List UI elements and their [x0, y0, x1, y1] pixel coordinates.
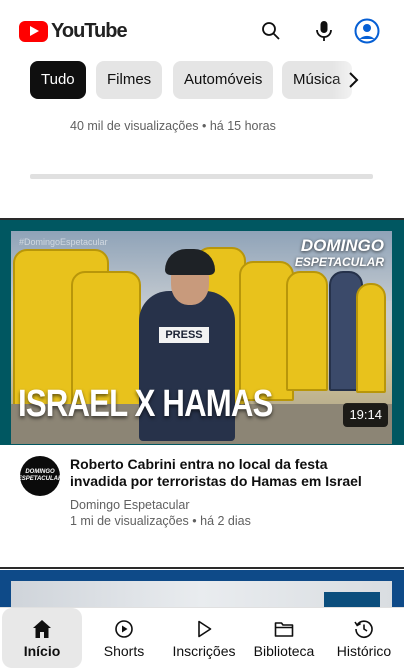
subscriptions-icon	[193, 618, 215, 640]
logo-text: YouTube	[51, 20, 128, 42]
nav-item-biblioteca[interactable]: Biblioteca	[244, 608, 324, 668]
nav-label: Histórico	[336, 643, 392, 659]
video-meta: 1 mi de visualizações • há 2 dias	[70, 514, 251, 528]
next-video-thumbnail[interactable]	[0, 570, 404, 610]
video-thumbnail[interactable]: PRESS #DomingoEspetacular DOMINGO ESPETA…	[0, 220, 404, 445]
previous-video-meta: 40 mil de visualizações • há 15 horas	[70, 119, 276, 133]
search-icon[interactable]	[257, 17, 285, 45]
channel-brand-logo: DOMINGO ESPETACULAR	[294, 236, 384, 269]
chip-filmes[interactable]: Filmes	[96, 61, 163, 99]
section-divider	[0, 567, 404, 569]
chip-tudo[interactable]: Tudo	[30, 61, 86, 99]
nav-label: Início	[23, 643, 61, 659]
home-icon	[31, 618, 53, 640]
bottom-navigation: Início Shorts Inscrições Biblioteca Hist…	[0, 607, 404, 668]
thumbnail-title: ISRAEL X HAMAS	[18, 383, 273, 425]
nav-item-historico[interactable]: Histórico	[324, 608, 404, 668]
chip-automoveis[interactable]: Automóveis	[173, 61, 274, 99]
shorts-icon	[113, 618, 135, 640]
nav-item-inscricoes[interactable]: Inscrições	[164, 608, 244, 668]
thumbnail-image: PRESS #DomingoEspetacular DOMINGO ESPETA…	[11, 231, 392, 444]
youtube-logo[interactable]: YouTube	[19, 20, 128, 43]
nav-label: Shorts	[103, 643, 145, 659]
thumbnail-watermark: #DomingoEspetacular	[19, 237, 108, 247]
library-icon	[273, 618, 295, 640]
microphone-icon[interactable]	[310, 17, 338, 45]
account-icon[interactable]	[353, 17, 381, 45]
video-title[interactable]: Roberto Cabrini entra no local da festa …	[70, 456, 380, 490]
previous-video-progress-bar	[30, 174, 373, 179]
channel-avatar[interactable]: DOMINGO ESPETACULAR	[18, 456, 62, 496]
nav-item-shorts[interactable]: Shorts	[84, 608, 164, 668]
nav-label: Biblioteca	[253, 643, 315, 659]
video-duration-badge: 19:14	[343, 403, 388, 427]
channel-name: Domingo Espetacular	[70, 498, 190, 512]
nav-item-inicio[interactable]: Início	[2, 608, 82, 668]
youtube-play-icon	[19, 21, 48, 42]
history-icon	[353, 618, 375, 640]
chevron-right-icon[interactable]	[342, 69, 364, 91]
press-label: PRESS	[159, 327, 209, 343]
top-bar: YouTube	[0, 0, 404, 60]
nav-label: Inscrições	[172, 643, 236, 659]
